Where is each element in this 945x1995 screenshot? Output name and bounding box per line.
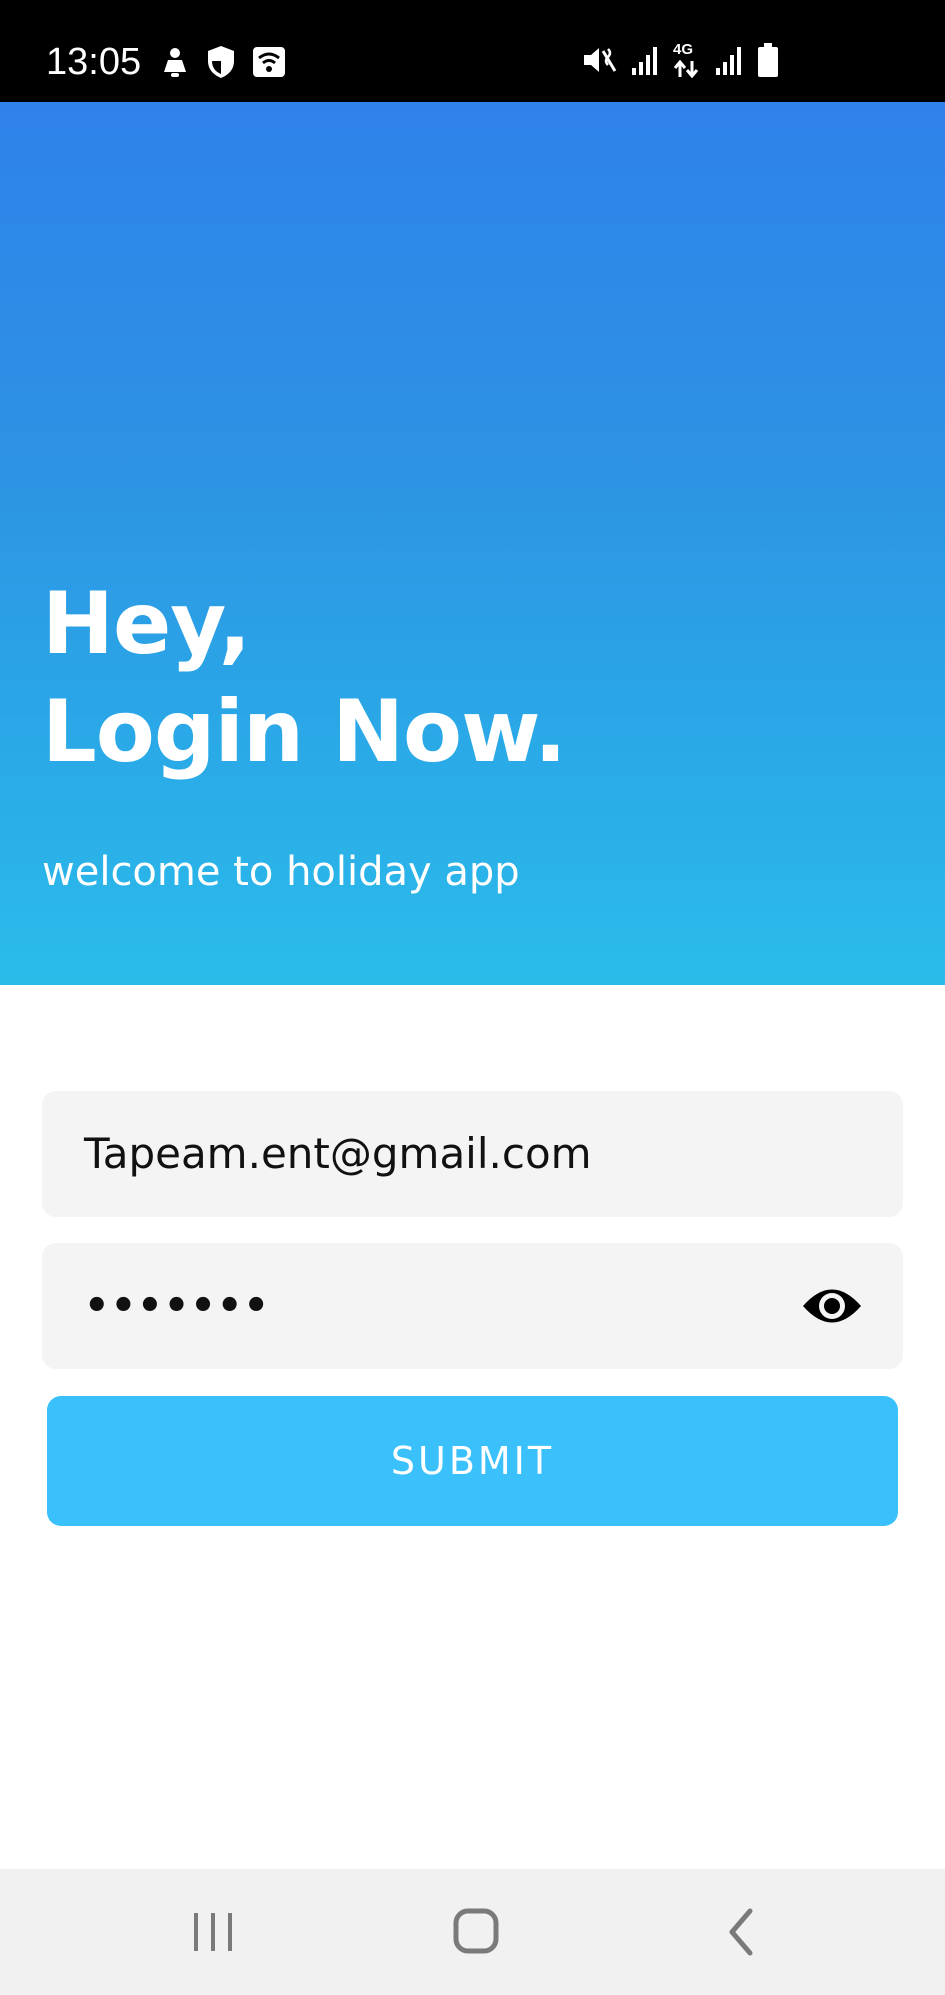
signal-icon xyxy=(632,47,657,75)
status-right-icons: 4G xyxy=(582,40,780,80)
4g-data-icon: 4G xyxy=(672,42,702,78)
email-field[interactable]: Tapeam.ent@gmail.com xyxy=(42,1091,903,1217)
battery-icon xyxy=(758,43,778,77)
login-screen: 13:05 4G Hey, Login Now. welcome to holi… xyxy=(0,0,945,1995)
home-icon[interactable] xyxy=(442,1899,512,1965)
shield-icon xyxy=(208,46,234,78)
status-bar: 13:05 4G xyxy=(0,0,945,102)
data-arrows-icon xyxy=(673,60,699,78)
recents-icon[interactable] xyxy=(178,1899,248,1965)
notification-icon xyxy=(164,48,186,77)
wifi-hotspot-icon xyxy=(253,47,285,77)
eye-icon[interactable] xyxy=(801,1281,863,1331)
email-value[interactable]: Tapeam.ent@gmail.com xyxy=(84,1091,592,1217)
status-time: 13:05 xyxy=(46,41,142,83)
page-title: Hey, Login Now. xyxy=(42,570,567,786)
hero-header: Hey, Login Now. welcome to holiday app xyxy=(0,102,945,985)
password-field[interactable]: ••••••• xyxy=(42,1243,903,1369)
system-nav-bar xyxy=(0,1869,945,1995)
welcome-subtitle: welcome to holiday app xyxy=(42,849,520,895)
status-left-icons xyxy=(160,44,286,80)
title-line-2: Login Now. xyxy=(42,682,567,782)
password-value[interactable]: ••••••• xyxy=(84,1243,270,1369)
mute-vibrate-icon xyxy=(584,48,617,72)
back-icon[interactable] xyxy=(706,1899,776,1965)
submit-button[interactable]: SUBMIT xyxy=(47,1396,898,1526)
network-type-label: 4G xyxy=(673,41,694,58)
title-line-1: Hey, xyxy=(42,574,251,674)
signal-icon xyxy=(716,47,741,75)
